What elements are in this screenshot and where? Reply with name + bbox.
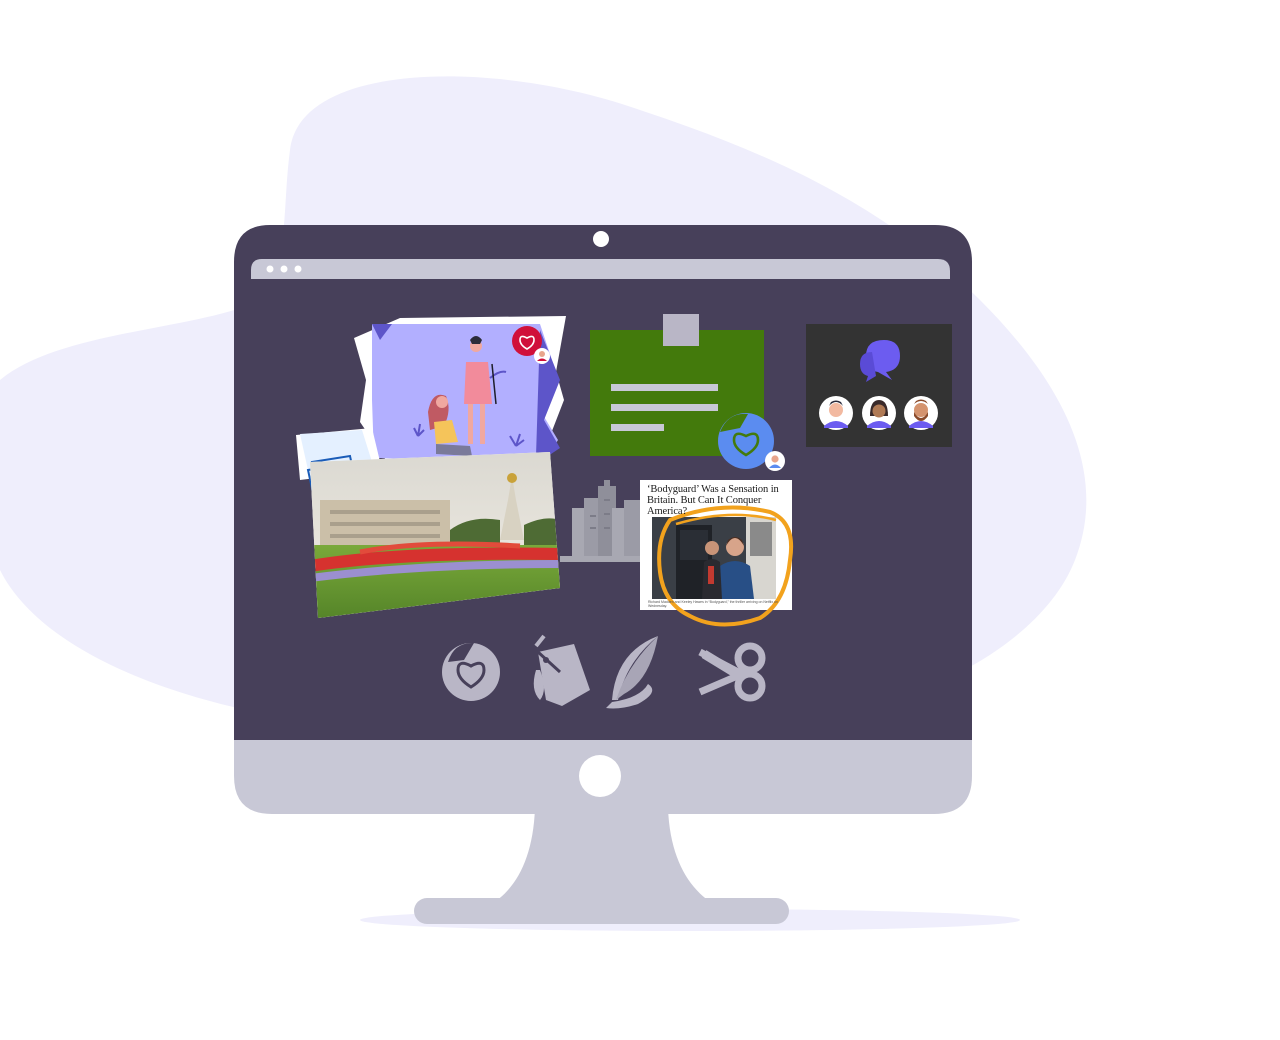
user-avatar-icon[interactable] — [819, 396, 853, 430]
monitor-base — [414, 898, 789, 924]
power-button[interactable] — [579, 755, 621, 797]
browser-toolbar — [251, 259, 950, 279]
monitor-stand — [490, 808, 715, 905]
user-avatar-icon[interactable] — [862, 396, 896, 430]
window-dots-icon[interactable] — [266, 265, 302, 273]
heart-sticker-icon[interactable] — [442, 642, 500, 701]
news-headline: ‘Bodyguard’ Was a Sensation in Britain. … — [647, 484, 779, 517]
chat-panel[interactable] — [806, 324, 952, 447]
user-avatar-icon[interactable] — [904, 396, 938, 430]
user-avatar-icon — [765, 451, 785, 471]
illustration-scene — [0, 76, 1087, 931]
news-caption: Richard Madden and Keeley Hawes in “Body… — [648, 600, 778, 608]
user-avatar-icon — [534, 348, 550, 364]
webcam-icon — [593, 231, 609, 247]
